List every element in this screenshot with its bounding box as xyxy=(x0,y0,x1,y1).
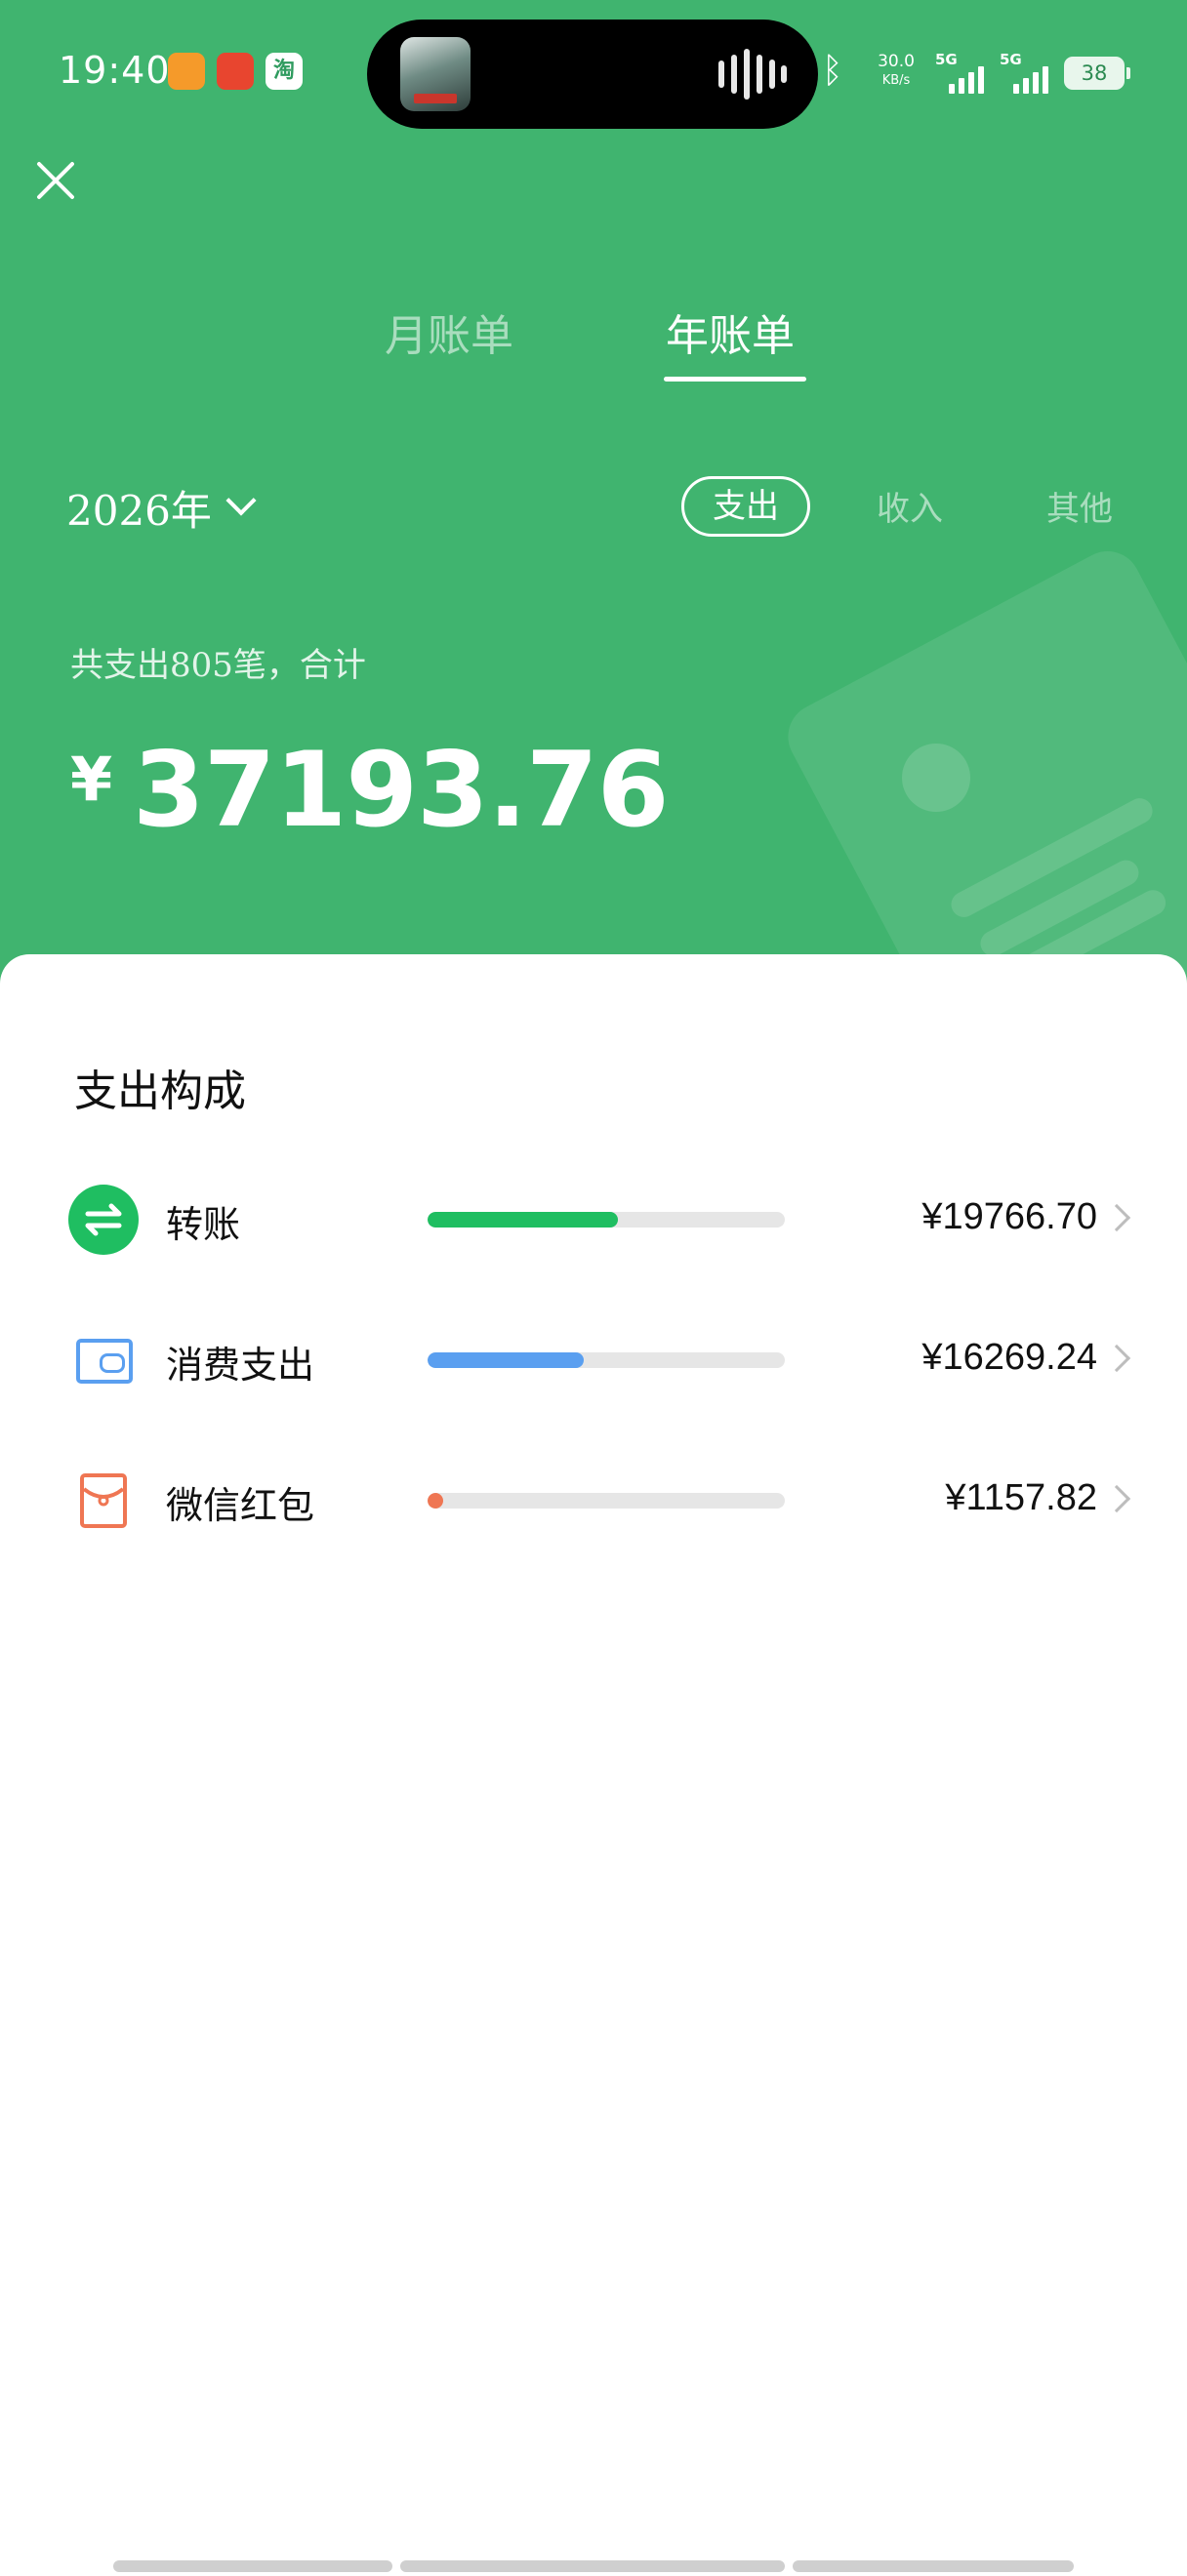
section-title: 支出构成 xyxy=(74,1067,246,1116)
filter-expense-button[interactable]: 支出 xyxy=(681,476,810,537)
breakdown-row-transfer[interactable]: 转账 ¥19766.70 xyxy=(0,1171,1187,1268)
breakdown-row-consumption[interactable]: 消费支出 ¥16269.24 xyxy=(0,1311,1187,1409)
dynamic-island[interactable] xyxy=(367,20,818,129)
status-time: 19:40 xyxy=(59,49,171,92)
category-label: 转账 xyxy=(166,1203,241,1246)
year-selector[interactable]: 2026年 xyxy=(66,478,212,538)
orange-app-icon xyxy=(168,53,205,90)
bluetooth-icon: ᛒ xyxy=(822,51,843,91)
chevron-right-icon xyxy=(1102,1203,1131,1232)
share-bar-track xyxy=(428,1493,785,1509)
decorative-dot xyxy=(902,744,970,812)
tab-monthly-bill[interactable]: 月账单 xyxy=(385,301,513,363)
red-app-icon xyxy=(217,53,254,90)
chevron-right-icon xyxy=(1102,1344,1131,1373)
signal-icon-2: 5G xyxy=(1000,51,1054,94)
share-bar-track xyxy=(428,1212,785,1228)
media-thumbnail[interactable] xyxy=(400,37,471,111)
category-label: 微信红包 xyxy=(166,1484,315,1527)
share-bar-fill xyxy=(428,1212,618,1228)
audio-wave-icon xyxy=(718,49,787,100)
category-amount: ¥1157.82 xyxy=(945,1477,1097,1518)
category-label: 消费支出 xyxy=(166,1344,315,1387)
expense-summary-text: 共支出805笔，合计 xyxy=(70,646,366,685)
share-bar-track xyxy=(428,1352,785,1368)
signal-icon: 5G xyxy=(935,51,990,94)
category-amount: ¥19766.70 xyxy=(921,1196,1097,1237)
category-amount: ¥16269.24 xyxy=(921,1337,1097,1378)
chevron-right-icon xyxy=(1102,1484,1131,1513)
filter-income-button[interactable]: 收入 xyxy=(877,482,943,530)
total-expense-amount: 37193.76 xyxy=(133,730,670,850)
filter-other-button[interactable]: 其他 xyxy=(1046,482,1113,530)
nav-bar-segment xyxy=(400,2560,785,2572)
currency-symbol: ¥ xyxy=(70,744,113,815)
tab-yearly-bill[interactable]: 年账单 xyxy=(666,301,795,363)
taobao-icon: 淘 xyxy=(266,53,303,90)
share-bar-fill xyxy=(428,1493,443,1509)
nav-bar-segment xyxy=(793,2560,1074,2572)
close-icon[interactable] xyxy=(33,158,78,203)
bill-header: 19:40 淘 ᛒ 30.0 KB/s 5G 5G 38 月账单 年账单 202… xyxy=(0,0,1187,986)
red-packet-icon xyxy=(80,1473,127,1528)
wallet-icon xyxy=(76,1339,133,1384)
network-speed: 30.0 KB/s xyxy=(878,52,915,89)
active-tab-indicator xyxy=(664,377,806,382)
breakdown-row-red-packet[interactable]: 微信红包 ¥1157.82 xyxy=(0,1452,1187,1550)
nav-bar-segment xyxy=(113,2560,392,2572)
battery-icon: 38 xyxy=(1064,57,1130,90)
share-bar-fill xyxy=(428,1352,585,1368)
chevron-down-icon[interactable] xyxy=(225,485,257,516)
transfer-icon xyxy=(68,1185,139,1255)
expense-breakdown-sheet: 支出构成 转账 ¥19766.70 消费支出 ¥16269.24 微信红包 ¥1… xyxy=(0,954,1187,2576)
